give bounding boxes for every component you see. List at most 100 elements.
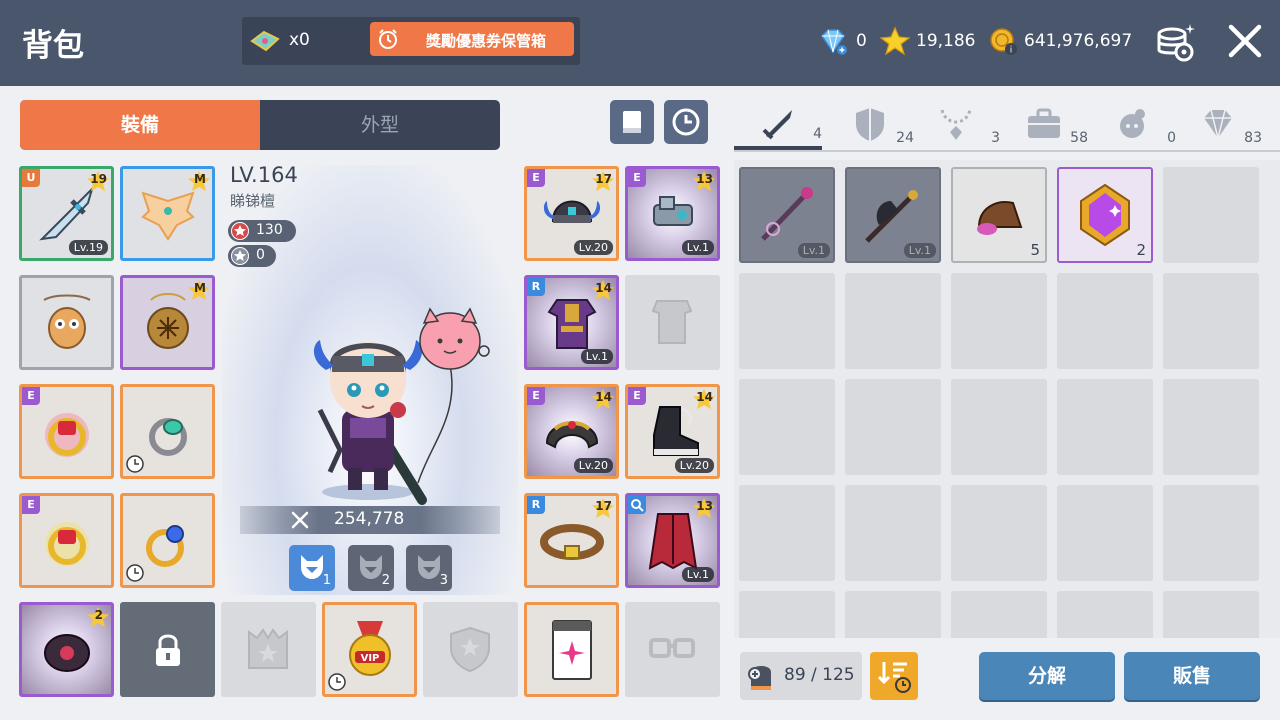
preset-3-button[interactable]: 3 [406, 545, 452, 591]
timer-icon [126, 564, 144, 582]
equip-slot-locked[interactable] [120, 602, 215, 697]
close-button[interactable] [1226, 22, 1264, 60]
category-consumable-tab[interactable]: 58 [1000, 102, 1088, 150]
equip-slot-belt[interactable]: R 17 [524, 493, 619, 588]
close-icon [1228, 24, 1262, 58]
inventory-slot-empty[interactable] [1163, 273, 1259, 369]
equip-slot-heart[interactable]: 2 [19, 602, 114, 697]
category-armor-tab[interactable]: 24 [826, 102, 914, 150]
reward-coupon-button[interactable]: 獎勵優惠券保管箱 [370, 22, 574, 56]
inventory-item-pouch[interactable]: 5 [951, 167, 1047, 263]
inventory-slot-empty[interactable] [951, 273, 1047, 369]
item-level: Lv.1 [681, 567, 714, 582]
bag-expand-icon [748, 666, 771, 690]
equip-slot-face[interactable]: E 13 Lv.1 [625, 166, 720, 261]
category-weapon-tab[interactable]: 4 [734, 102, 822, 150]
arcane-stat: 0 [228, 245, 276, 267]
star-force-stat: 130 [228, 220, 296, 242]
timer-icon [328, 673, 346, 691]
inventory-item-crystal[interactable]: 2 [1057, 167, 1153, 263]
inventory-slot-empty[interactable] [845, 485, 941, 581]
equip-slot-top[interactable]: R 14 Lv.1 [524, 275, 619, 370]
inventory-slot-empty[interactable] [1057, 485, 1153, 581]
inventory-slot-empty[interactable] [1057, 273, 1153, 369]
item-level: Lv.1 [580, 349, 613, 364]
inventory-slot-empty[interactable] [739, 485, 835, 581]
preset-1-button[interactable]: 1 [289, 545, 335, 591]
coin-settings-button[interactable] [1152, 20, 1198, 66]
category-pet-tab[interactable]: 0 [1088, 102, 1176, 150]
inventory-slot-empty[interactable] [1163, 167, 1259, 263]
item-level: Lv.20 [573, 458, 613, 473]
bottom-outline-icon [651, 300, 693, 344]
star-count: M [194, 172, 206, 186]
inventory-slot-empty[interactable] [739, 273, 835, 369]
equip-slot-pocket[interactable]: M [120, 275, 215, 370]
collection-book-button[interactable] [610, 100, 654, 144]
coin-stack-settings-icon [1157, 24, 1195, 62]
necklace-icon [940, 109, 972, 140]
grade-badge: E [527, 169, 545, 187]
sell-button[interactable]: 販售 [1124, 652, 1260, 700]
equip-slot-shoulder[interactable]: E 14 Lv.20 [524, 384, 619, 479]
inventory-slot-empty[interactable] [739, 379, 835, 475]
equip-slot-bottom-empty[interactable] [625, 275, 720, 370]
inventory-slot-empty[interactable] [845, 379, 941, 475]
star-force-value: 130 [256, 222, 283, 238]
gray-star-badge-icon [231, 247, 249, 265]
disassemble-button[interactable]: 分解 [979, 652, 1115, 700]
equip-slot-shoes[interactable]: E 14 Lv.20 [625, 384, 720, 479]
grade-badge: R [527, 278, 545, 296]
equip-slot-title[interactable] [524, 602, 619, 697]
equip-slot-ring-4[interactable] [120, 493, 215, 588]
item-level: Lv.19 [68, 240, 108, 255]
inventory-slot-empty[interactable] [1057, 591, 1153, 638]
equip-slot-ring-2[interactable] [120, 384, 215, 479]
sort-icon [877, 662, 911, 693]
shield-icon [856, 108, 884, 141]
inventory-slot-empty[interactable] [845, 273, 941, 369]
inventory-slot-empty[interactable] [1163, 591, 1259, 638]
inventory-slot-empty[interactable] [951, 485, 1047, 581]
sort-button[interactable] [870, 652, 918, 700]
equip-slot-pendant[interactable] [19, 275, 114, 370]
equip-slot-cape[interactable]: 13 Lv.1 [625, 493, 720, 588]
inventory-slot-empty[interactable] [739, 591, 835, 638]
equip-slot-eye-empty[interactable] [625, 602, 720, 697]
category-count: 58 [1070, 130, 1088, 146]
coupon-box: x0 獎勵優惠券保管箱 [242, 17, 580, 65]
inventory-grid: Lv.1 Lv.1 5 2 [734, 160, 1280, 638]
page-title: 背包 [22, 28, 84, 64]
inventory-item-staff[interactable]: Lv.1 [739, 167, 835, 263]
tab-appearance[interactable]: 外型 [260, 100, 500, 150]
category-gem-tab[interactable]: 83 [1174, 102, 1262, 150]
equip-slot-ring-1[interactable]: E [19, 384, 114, 479]
inventory-item-axe[interactable]: Lv.1 [845, 167, 941, 263]
inventory-slot-empty[interactable] [951, 379, 1047, 475]
owl-pendant-icon [43, 294, 91, 349]
inventory-slot-empty[interactable] [1163, 379, 1259, 475]
equip-slot-vip-medal[interactable]: VIP [322, 602, 417, 697]
capacity-value: 89 / 125 [784, 665, 855, 685]
equip-slot-badge-empty[interactable] [221, 602, 316, 697]
history-button[interactable] [664, 100, 708, 144]
inventory-capacity[interactable]: 89 / 125 [740, 652, 862, 700]
equip-slot-weapon[interactable]: U 19 Lv.19 [19, 166, 114, 261]
preset-1-label: 1 [322, 573, 331, 588]
star-count: 14 [595, 390, 612, 404]
equip-slot-shield-empty[interactable] [423, 602, 518, 697]
equip-slot-hat[interactable]: E 17 Lv.20 [524, 166, 619, 261]
equip-slot-emblem[interactable]: M [120, 166, 215, 261]
inventory-slot-empty[interactable] [1057, 379, 1153, 475]
category-accessory-tab[interactable]: 3 [912, 102, 1000, 150]
star-count: 14 [696, 390, 713, 404]
tab-equipment[interactable]: 裝備 [20, 100, 260, 150]
inventory-slot-empty[interactable] [845, 591, 941, 638]
equip-slot-ring-3[interactable]: E [19, 493, 114, 588]
staff-item-icon [761, 187, 813, 241]
character-level: LV.164 [230, 163, 298, 187]
inventory-slot-empty[interactable] [1163, 485, 1259, 581]
preset-2-button[interactable]: 2 [348, 545, 394, 591]
inventory-slot-empty[interactable] [951, 591, 1047, 638]
item-quantity: 5 [1030, 241, 1040, 259]
